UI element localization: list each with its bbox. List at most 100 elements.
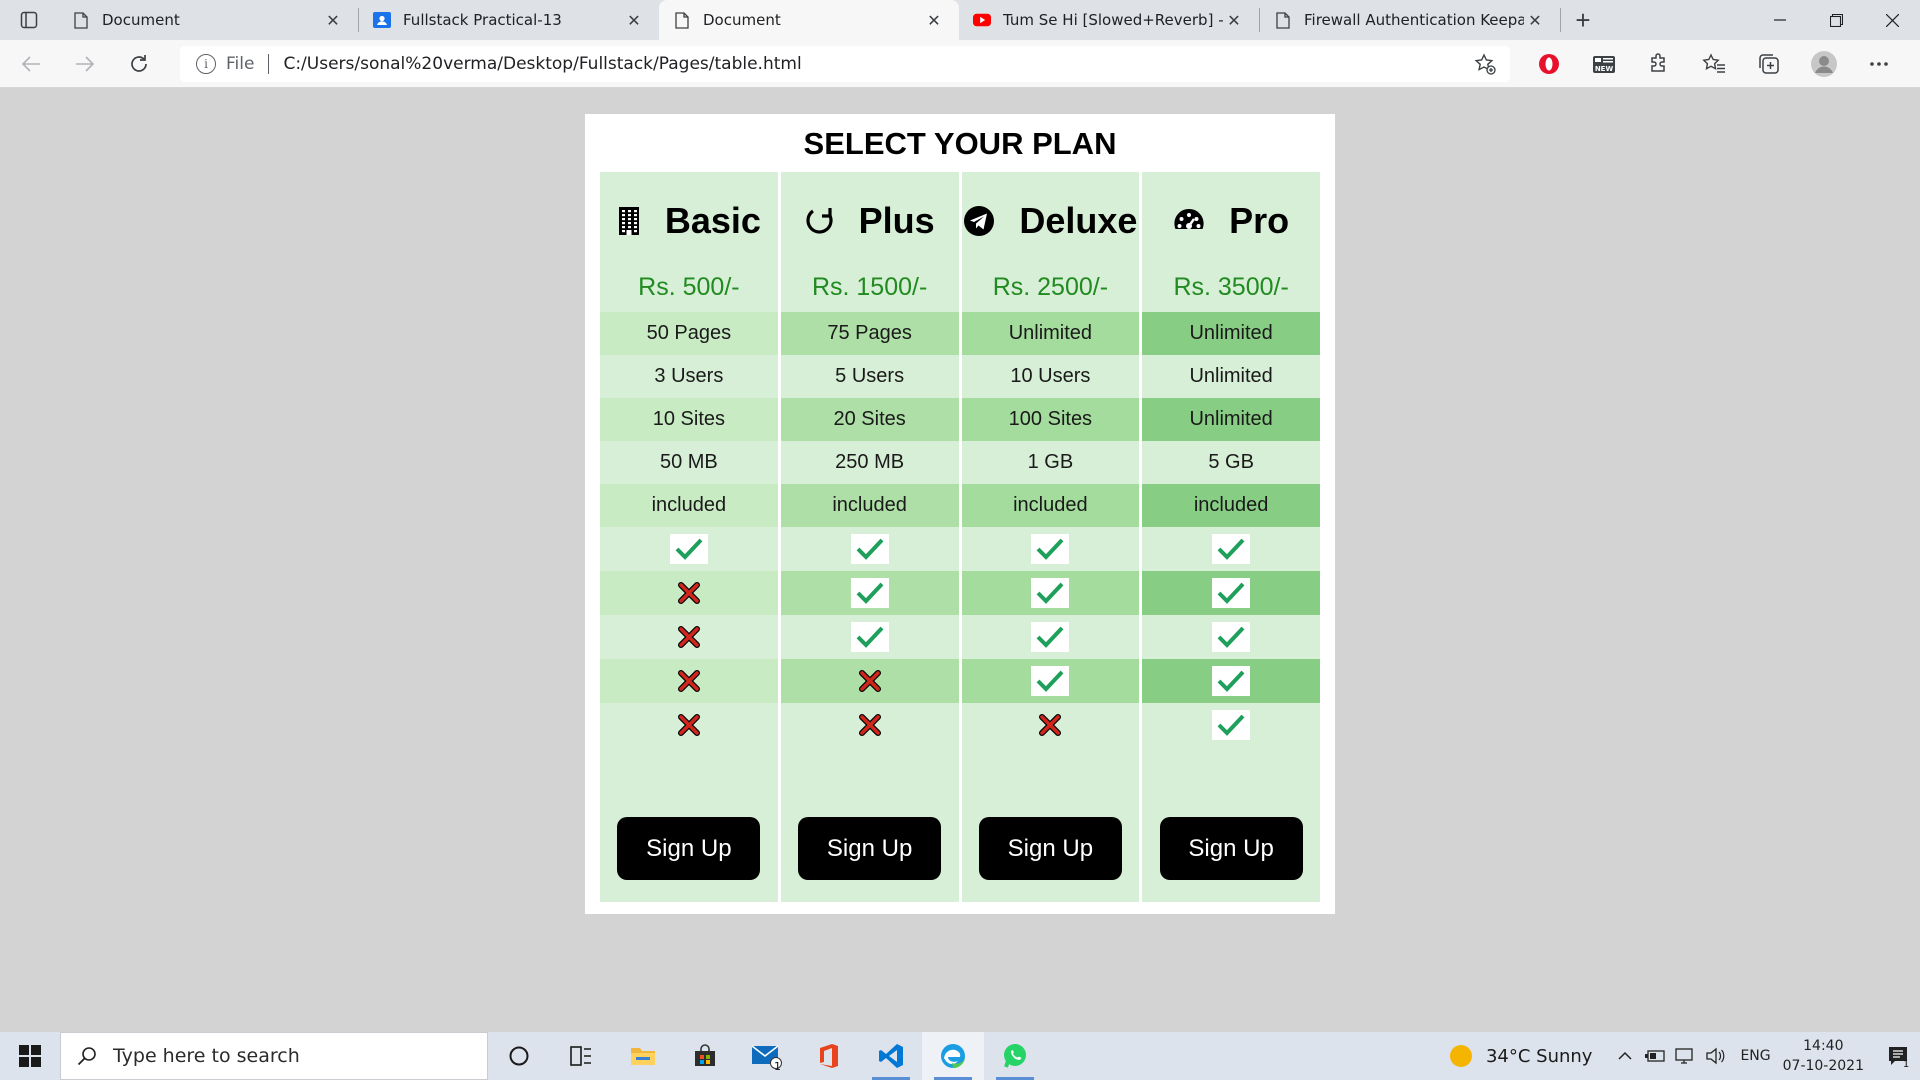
check-cell	[1142, 703, 1320, 747]
signup-wrapper: Sign Up	[962, 817, 1140, 880]
feature-cell: 10 Sites	[600, 398, 778, 441]
network-icon[interactable]	[1670, 1032, 1700, 1080]
check-cell	[780, 571, 959, 615]
clock-date: 07-10-2021	[1782, 1058, 1864, 1074]
site-info-icon[interactable]: i	[196, 54, 216, 74]
new-tab-button[interactable]: +	[1561, 0, 1605, 40]
sign-up-button[interactable]: Sign Up	[617, 817, 761, 880]
feature-cell: 20 Sites	[780, 398, 959, 441]
close-tab-icon[interactable]: ✕	[623, 9, 645, 31]
cross-cell	[600, 571, 778, 615]
forward-button[interactable]	[62, 44, 108, 84]
cross-cell	[600, 659, 778, 703]
checkmark-icon	[1212, 622, 1251, 652]
sign-up-button[interactable]: Sign Up	[798, 817, 942, 880]
battery-icon[interactable]	[1640, 1032, 1670, 1080]
close-tab-icon[interactable]: ✕	[923, 9, 945, 31]
file-explorer-button[interactable]	[612, 1032, 674, 1080]
tab-youtube[interactable]: Tum Se Hi [Slowed+Reverb] - Jal ✕	[959, 0, 1259, 40]
weather-widget[interactable]: 34°C Sunny	[1449, 1045, 1592, 1067]
plan-price: Rs. 500/-	[638, 272, 740, 301]
vscode-icon	[879, 1044, 903, 1068]
restore-icon	[1829, 13, 1843, 27]
check-cell	[600, 527, 778, 571]
shopping-bag-icon	[695, 1044, 715, 1066]
collections-button[interactable]	[1741, 44, 1796, 84]
back-arrow-icon	[21, 55, 40, 72]
start-button[interactable]	[0, 1032, 60, 1080]
feature-cell: 1 GB	[961, 441, 1140, 484]
tab-fullstack-practical[interactable]: Fullstack Practical-13 ✕	[359, 0, 659, 40]
feature-cell: 3 Users	[600, 355, 778, 398]
tab-actions-button[interactable]	[0, 0, 58, 40]
store-button[interactable]	[674, 1032, 736, 1080]
tab-document-active[interactable]: Document ✕	[659, 0, 959, 40]
feature-cell: included	[600, 484, 778, 527]
clock-time: 14:40	[1803, 1038, 1844, 1054]
tab-document-1[interactable]: Document ✕	[58, 0, 358, 40]
whatsapp-button[interactable]	[984, 1032, 1046, 1080]
tab-strip: Document ✕ Fullstack Practical-13 ✕ Docu…	[0, 0, 1920, 40]
close-tab-icon[interactable]: ✕	[1524, 9, 1546, 31]
plan-header: Pro	[1142, 172, 1320, 262]
tab-title: Document	[102, 11, 180, 29]
extensions-button[interactable]	[1631, 44, 1686, 84]
cross-cell	[961, 703, 1140, 747]
profile-button[interactable]	[1796, 44, 1851, 84]
plan-price: Rs. 1500/-	[811, 272, 928, 301]
cross-icon	[1039, 714, 1062, 736]
mail-badge: 1	[774, 1060, 781, 1073]
news-extension-button[interactable]: NEW	[1576, 44, 1631, 84]
close-tab-icon[interactable]: ✕	[322, 9, 344, 31]
collections-icon	[1758, 54, 1779, 74]
feature-cell: 50 MB	[600, 441, 778, 484]
cross-cell	[600, 615, 778, 659]
taskbar-search[interactable]: Type here to search	[60, 1032, 488, 1080]
favorites-button[interactable]	[1686, 44, 1741, 84]
whatsapp-icon	[1004, 1044, 1026, 1068]
checkmark-icon	[1031, 534, 1070, 564]
action-center-button[interactable]: 1	[1876, 1032, 1920, 1080]
refresh-button[interactable]	[116, 44, 162, 84]
address-bar[interactable]: i File C:/Users/sonal%20verma/Desktop/Fu…	[180, 46, 1510, 82]
minimize-button[interactable]	[1752, 0, 1808, 40]
url-text[interactable]: C:/Users/sonal%20verma/Desktop/Fullstack…	[283, 54, 801, 74]
system-tray: 34°C Sunny ENG 14:40 07-10-2021 1	[1449, 1032, 1920, 1080]
volume-icon[interactable]	[1700, 1032, 1730, 1080]
checkmark-icon	[1031, 666, 1070, 696]
plan-name: Deluxe	[1019, 200, 1138, 241]
edge-button[interactable]	[922, 1032, 984, 1080]
task-view-button[interactable]	[550, 1032, 612, 1080]
back-button[interactable]	[8, 44, 54, 84]
settings-more-button[interactable]	[1851, 44, 1906, 84]
sign-up-button[interactable]: Sign Up	[1159, 817, 1303, 880]
opera-extension-button[interactable]	[1521, 44, 1576, 84]
plan-price: Rs. 2500/-	[992, 272, 1109, 301]
tab-firewall-auth[interactable]: Firewall Authentication Keepalive ✕	[1260, 0, 1560, 40]
mail-button[interactable]: 1	[736, 1032, 798, 1080]
input-language[interactable]: ENG	[1740, 1048, 1770, 1064]
signup-wrapper: Sign Up	[600, 817, 778, 880]
restore-button[interactable]	[1808, 0, 1864, 40]
svg-text:NEW: NEW	[1594, 65, 1613, 73]
news-icon: NEW	[1592, 56, 1615, 73]
document-icon	[673, 11, 691, 29]
opera-icon	[1538, 54, 1559, 74]
sign-up-button[interactable]: Sign Up	[978, 817, 1122, 880]
forward-arrow-icon	[76, 55, 95, 72]
plan-name: Basic	[664, 200, 761, 241]
cortana-button[interactable]	[488, 1032, 550, 1080]
show-hidden-icons-button[interactable]	[1610, 1032, 1640, 1080]
close-window-button[interactable]	[1864, 0, 1920, 40]
office-button[interactable]	[798, 1032, 860, 1080]
feature-cell: Unlimited	[1142, 398, 1320, 441]
vscode-button[interactable]	[860, 1032, 922, 1080]
checkmark-icon	[1212, 578, 1251, 608]
clock[interactable]: 14:40 07-10-2021	[1783, 1036, 1864, 1076]
checkmark-icon	[1212, 666, 1251, 696]
document-icon	[72, 11, 90, 29]
window-controls	[1752, 0, 1920, 40]
add-favorite-icon[interactable]	[1474, 53, 1496, 80]
close-tab-icon[interactable]: ✕	[1223, 9, 1245, 31]
page-title: SELECT YOUR PLAN	[803, 126, 1117, 161]
